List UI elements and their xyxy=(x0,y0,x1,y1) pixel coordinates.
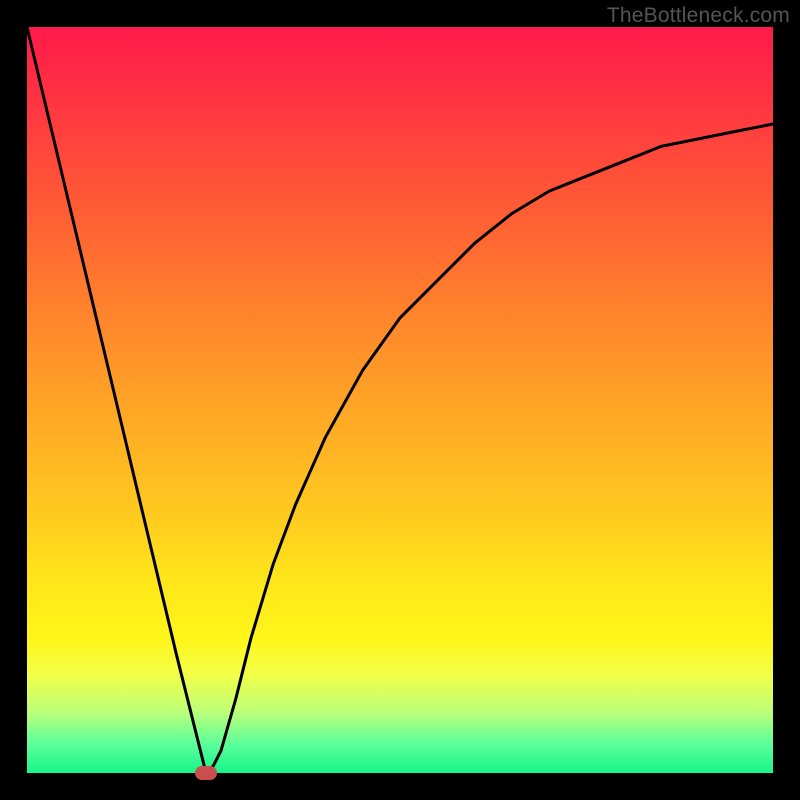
chart-frame: TheBottleneck.com xyxy=(0,0,800,800)
minimum-marker xyxy=(195,766,217,780)
watermark-text: TheBottleneck.com xyxy=(607,4,790,28)
bottleneck-curve xyxy=(27,27,773,773)
plot-area xyxy=(27,27,773,773)
